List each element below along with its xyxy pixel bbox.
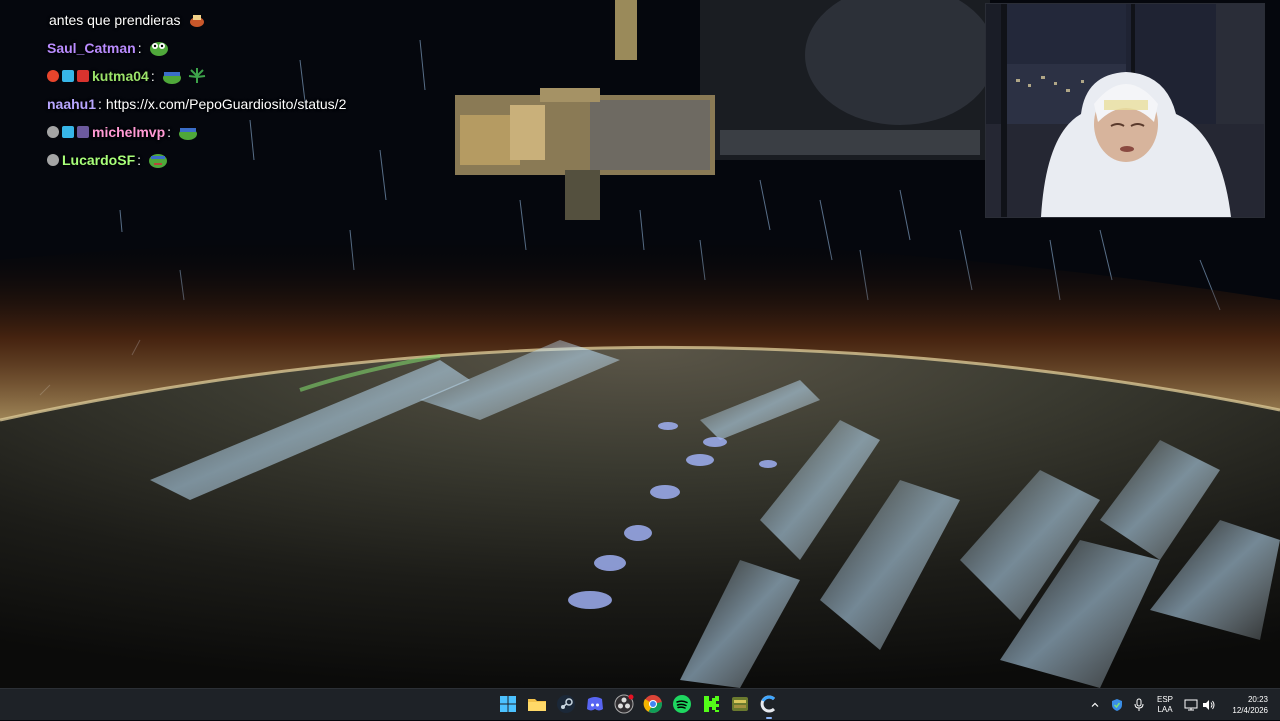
chrome-icon[interactable] bbox=[641, 692, 665, 716]
leaf-emote-icon bbox=[187, 67, 207, 85]
chat-username[interactable]: LucardoSF bbox=[62, 148, 135, 172]
system-tray: ESP LAA 20:23 12/4/2026 bbox=[1086, 689, 1280, 721]
chat-username[interactable]: michelmvp bbox=[92, 120, 165, 144]
chat-message: naahu1: https://x.com/PepoGuardiosito/st… bbox=[47, 90, 467, 118]
chat-separator: : bbox=[167, 124, 172, 140]
start-icon[interactable] bbox=[496, 692, 520, 716]
badge-icon bbox=[47, 154, 59, 166]
chat-message: LucardoSF: bbox=[47, 146, 467, 174]
chat-separator: : bbox=[137, 152, 142, 168]
chat-username[interactable]: Saul_Catman bbox=[47, 36, 136, 60]
volume-icon[interactable] bbox=[1200, 696, 1218, 714]
game-app-icon[interactable] bbox=[728, 692, 752, 716]
steam-icon[interactable] bbox=[554, 692, 578, 716]
chat-separator: : bbox=[150, 68, 155, 84]
security-shield-icon[interactable] bbox=[1108, 696, 1126, 714]
webcam-overlay bbox=[985, 3, 1265, 218]
taskbar-clock[interactable]: 20:23 12/4/2026 bbox=[1224, 694, 1268, 716]
spotify-icon[interactable] bbox=[670, 692, 694, 716]
chat-message: Saul_Catman: bbox=[47, 34, 467, 62]
chat-separator: : bbox=[98, 96, 102, 112]
chat-separator: : bbox=[137, 40, 142, 56]
obs-icon[interactable] bbox=[612, 692, 636, 716]
taskbar-apps bbox=[496, 692, 781, 719]
network-icon[interactable] bbox=[1182, 696, 1200, 714]
bunny-badge-icon bbox=[77, 126, 89, 138]
discord-icon[interactable] bbox=[583, 692, 607, 716]
language-code: ESP bbox=[1156, 695, 1173, 704]
webcam-feed-image bbox=[986, 4, 1264, 217]
chat-username[interactable]: kutma04 bbox=[92, 64, 149, 88]
browser-c-icon[interactable] bbox=[757, 692, 781, 719]
pepe-emote-icon bbox=[177, 123, 198, 141]
pepe-emote-icon bbox=[147, 151, 168, 169]
chat-message: kutma04: bbox=[47, 62, 467, 90]
language-indicator[interactable]: ESP LAA bbox=[1152, 695, 1178, 715]
badge-icon bbox=[47, 126, 59, 138]
chat-message: antes que prendieras bbox=[47, 6, 467, 34]
sub-badge-icon bbox=[62, 126, 74, 138]
chat-message: michelmvp: bbox=[47, 118, 467, 146]
sub-badge-icon bbox=[62, 70, 74, 82]
kick-icon[interactable] bbox=[699, 692, 723, 716]
file-explorer-icon[interactable] bbox=[525, 692, 549, 716]
windows-taskbar: ESP LAA 20:23 12/4/2026 bbox=[0, 688, 1280, 720]
badge-icon bbox=[47, 70, 59, 82]
emote-icon bbox=[187, 11, 207, 29]
chat-message-link[interactable]: https://x.com/PepoGuardiosito/status/2 bbox=[106, 92, 346, 116]
clock-date: 12/4/2026 bbox=[1232, 706, 1268, 715]
chevron-up-icon[interactable] bbox=[1086, 696, 1104, 714]
stream-chat-overlay: antes que prendieras Saul_Catman: kutma0… bbox=[47, 6, 467, 174]
pepe-emote-icon bbox=[148, 39, 168, 57]
microphone-icon[interactable] bbox=[1130, 696, 1148, 714]
gift-badge-icon bbox=[77, 70, 89, 82]
chat-message-text: antes que prendieras bbox=[49, 12, 181, 28]
keyboard-layout: LAA bbox=[1157, 705, 1173, 714]
pepe-emote-icon bbox=[161, 67, 181, 85]
chat-username[interactable]: naahu1 bbox=[47, 92, 96, 116]
clock-time: 20:23 bbox=[1247, 695, 1268, 704]
